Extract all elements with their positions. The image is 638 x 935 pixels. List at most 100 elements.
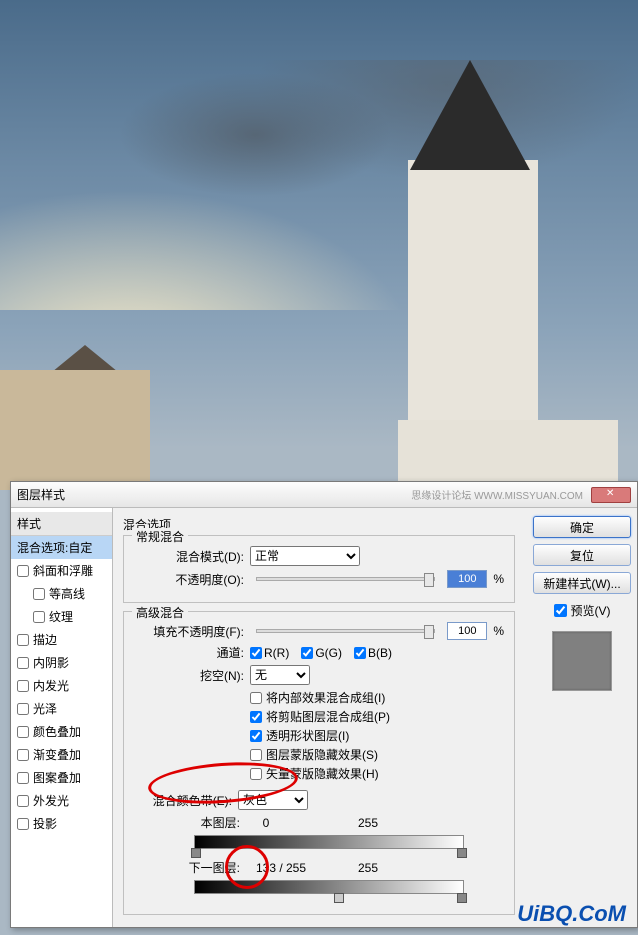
- watermark-text: 思缘设计论坛 WWW.MISSYUAN.COM: [411, 487, 583, 502]
- this-layer-gradient[interactable]: [194, 835, 464, 849]
- advanced-blend-legend: 高级混合: [132, 604, 188, 621]
- underlying-black-stop-split[interactable]: [334, 893, 344, 903]
- channels-label: 通道:: [134, 644, 244, 661]
- check-label: 图层蒙版隐藏效果(S): [266, 746, 378, 763]
- sidebar-item-label: 投影: [33, 815, 57, 832]
- this-layer-black-stop[interactable]: [191, 848, 201, 858]
- close-icon[interactable]: [591, 487, 631, 503]
- drop-shadow-checkbox[interactable]: [17, 818, 29, 830]
- inner-shadow-checkbox[interactable]: [17, 657, 29, 669]
- sidebar-item-texture[interactable]: 纹理: [11, 605, 112, 628]
- sidebar-item-label: 外发光: [33, 792, 69, 809]
- sidebar-item-label: 纹理: [49, 608, 73, 625]
- contour-checkbox[interactable]: [33, 588, 45, 600]
- underlying-label: 下一图层:: [182, 859, 240, 876]
- channel-r-label: R(R): [264, 646, 289, 660]
- blend-clipped-checkbox[interactable]: [250, 711, 262, 723]
- normal-blend-group: 常规混合 混合模式(D): 正常 不透明度(O): %: [123, 535, 515, 603]
- percent-label: %: [493, 624, 504, 638]
- layer-mask-hide-checkbox[interactable]: [250, 749, 262, 761]
- ok-button[interactable]: 确定: [533, 516, 631, 538]
- opacity-input[interactable]: [447, 570, 487, 588]
- pattern-overlay-checkbox[interactable]: [17, 772, 29, 784]
- channel-g-label: G(G): [315, 646, 342, 660]
- sidebar-item-blending-options[interactable]: 混合选项:自定: [11, 536, 112, 559]
- texture-checkbox[interactable]: [33, 611, 45, 623]
- fill-opacity-label: 填充不透明度(F):: [134, 623, 244, 640]
- channel-r-checkbox[interactable]: [250, 647, 262, 659]
- sidebar-item-label: 内阴影: [33, 654, 69, 671]
- blendif-select[interactable]: 灰色: [238, 790, 308, 810]
- styles-sidebar: 样式 混合选项:自定 斜面和浮雕 等高线 纹理 描边 内阴影 内发光 光泽 颜色…: [11, 508, 113, 927]
- tower-roof: [410, 60, 530, 170]
- sidebar-item-drop-shadow[interactable]: 投影: [11, 812, 112, 835]
- sidebar-item-label: 描边: [33, 631, 57, 648]
- fill-opacity-slider[interactable]: [256, 629, 435, 633]
- check-label: 透明形状图层(I): [266, 727, 349, 744]
- blend-mode-label: 混合模式(D):: [134, 548, 244, 565]
- sidebar-item-contour[interactable]: 等高线: [11, 582, 112, 605]
- new-style-button[interactable]: 新建样式(W)...: [533, 572, 631, 594]
- check-label: 将剪贴图层混合成组(P): [266, 708, 390, 725]
- channel-b-checkbox[interactable]: [354, 647, 366, 659]
- percent-label: %: [493, 572, 504, 586]
- main-panel: 混合选项 常规混合 混合模式(D): 正常 不透明度(O): % 高级混合 填充…: [113, 508, 527, 927]
- sidebar-item-inner-shadow[interactable]: 内阴影: [11, 651, 112, 674]
- sidebar-header: 样式: [11, 512, 112, 536]
- underlying-white-stop[interactable]: [457, 893, 467, 903]
- satin-checkbox[interactable]: [17, 703, 29, 715]
- color-overlay-checkbox[interactable]: [17, 726, 29, 738]
- cancel-button[interactable]: 复位: [533, 544, 631, 566]
- blend-interior-checkbox[interactable]: [250, 692, 262, 704]
- blend-mode-select[interactable]: 正常: [250, 546, 360, 566]
- sidebar-item-label: 图案叠加: [33, 769, 81, 786]
- sidebar-item-gradient-overlay[interactable]: 渐变叠加: [11, 743, 112, 766]
- check-label: 矢量蒙版隐藏效果(H): [266, 765, 379, 782]
- dialog-title: 图层样式: [17, 486, 65, 503]
- sidebar-item-label: 渐变叠加: [33, 746, 81, 763]
- sidebar-item-outer-glow[interactable]: 外发光: [11, 789, 112, 812]
- vector-mask-hide-checkbox[interactable]: [250, 768, 262, 780]
- normal-blend-legend: 常规混合: [132, 528, 188, 545]
- sidebar-item-label: 内发光: [33, 677, 69, 694]
- underlying-white: 255: [358, 861, 378, 875]
- channel-b-label: B(B): [368, 646, 392, 660]
- sidebar-item-label: 等高线: [49, 585, 85, 602]
- this-layer-label: 本图层:: [194, 814, 240, 831]
- sidebar-item-bevel[interactable]: 斜面和浮雕: [11, 559, 112, 582]
- knockout-label: 挖空(N):: [134, 667, 244, 684]
- stroke-checkbox[interactable]: [17, 634, 29, 646]
- opacity-label: 不透明度(O):: [134, 571, 244, 588]
- sidebar-item-label: 斜面和浮雕: [33, 562, 93, 579]
- fill-opacity-input[interactable]: [447, 622, 487, 640]
- dialog-titlebar[interactable]: 图层样式 思缘设计论坛 WWW.MISSYUAN.COM: [11, 482, 637, 508]
- preview-label: 预览(V): [571, 602, 611, 619]
- this-layer-white-stop[interactable]: [457, 848, 467, 858]
- gradient-overlay-checkbox[interactable]: [17, 749, 29, 761]
- layer-style-dialog: 图层样式 思缘设计论坛 WWW.MISSYUAN.COM 样式 混合选项:自定 …: [10, 481, 638, 928]
- sidebar-item-stroke[interactable]: 描边: [11, 628, 112, 651]
- footer-brand: UiBQ.CoM: [517, 901, 626, 927]
- sidebar-item-label: 混合选项:自定: [17, 539, 92, 556]
- sidebar-item-pattern-overlay[interactable]: 图案叠加: [11, 766, 112, 789]
- sidebar-item-label: 颜色叠加: [33, 723, 81, 740]
- sidebar-item-label: 光泽: [33, 700, 57, 717]
- channel-g-checkbox[interactable]: [301, 647, 313, 659]
- inner-glow-checkbox[interactable]: [17, 680, 29, 692]
- sidebar-item-inner-glow[interactable]: 内发光: [11, 674, 112, 697]
- transparency-shapes-checkbox[interactable]: [250, 730, 262, 742]
- this-layer-black: 0: [246, 816, 286, 830]
- underlying-gradient[interactable]: [194, 880, 464, 894]
- bevel-checkbox[interactable]: [17, 565, 29, 577]
- opacity-slider[interactable]: [256, 577, 435, 581]
- house-left: [0, 370, 150, 490]
- outer-glow-checkbox[interactable]: [17, 795, 29, 807]
- this-layer-white: 255: [358, 816, 378, 830]
- preview-checkbox[interactable]: [554, 604, 567, 617]
- knockout-select[interactable]: 无: [250, 665, 310, 685]
- dialog-buttons-column: 确定 复位 新建样式(W)... 预览(V): [527, 508, 637, 927]
- sidebar-item-color-overlay[interactable]: 颜色叠加: [11, 720, 112, 743]
- preview-swatch: [552, 631, 612, 691]
- sky-clouds: [0, 60, 638, 310]
- sidebar-item-satin[interactable]: 光泽: [11, 697, 112, 720]
